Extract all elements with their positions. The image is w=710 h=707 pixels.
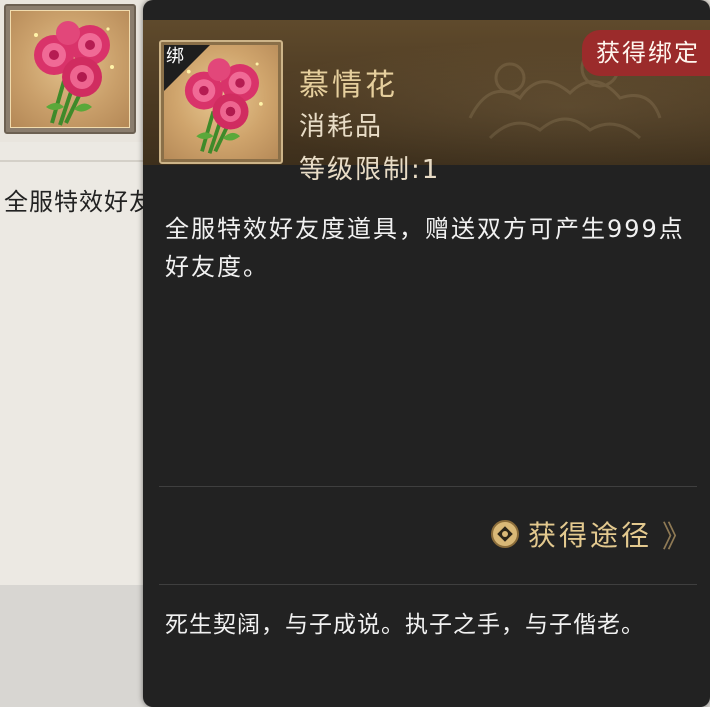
bind-label: 绑 — [166, 46, 184, 67]
tooltip-icon-background: 绑 — [164, 45, 278, 159]
item-description: 全服特效好友度道具，赠送双方可产生999点好友度。 — [165, 215, 685, 281]
acquire-source-label: 获得途径 — [527, 519, 652, 552]
acquire-source-button[interactable]: 获得途径 》 — [490, 512, 692, 556]
item-name: 慕情花 — [299, 68, 398, 103]
divider — [159, 486, 697, 487]
item-type: 消耗品 — [299, 112, 384, 142]
bound-on-acquire-badge: 获得绑定 — [582, 30, 710, 76]
divider — [159, 584, 697, 585]
item-level-limit: 等级限制:1 — [299, 155, 441, 185]
item-tooltip: 绑 慕情花 消耗品 等级限制:1 获得绑定 全服特效好友度道具，赠送双方可产生9… — [143, 0, 710, 707]
background-slot-frame — [10, 10, 130, 128]
background-item-slot[interactable] — [4, 4, 136, 134]
rose-bouquet-icon — [34, 21, 114, 126]
flavor-text: 死生契阔，与子成说。执子之手，与子偕老。 — [165, 612, 645, 638]
coin-icon — [490, 520, 519, 548]
chevron-right-icon: 》 — [662, 520, 692, 555]
tooltip-item-icon-frame: 绑 — [159, 40, 283, 164]
